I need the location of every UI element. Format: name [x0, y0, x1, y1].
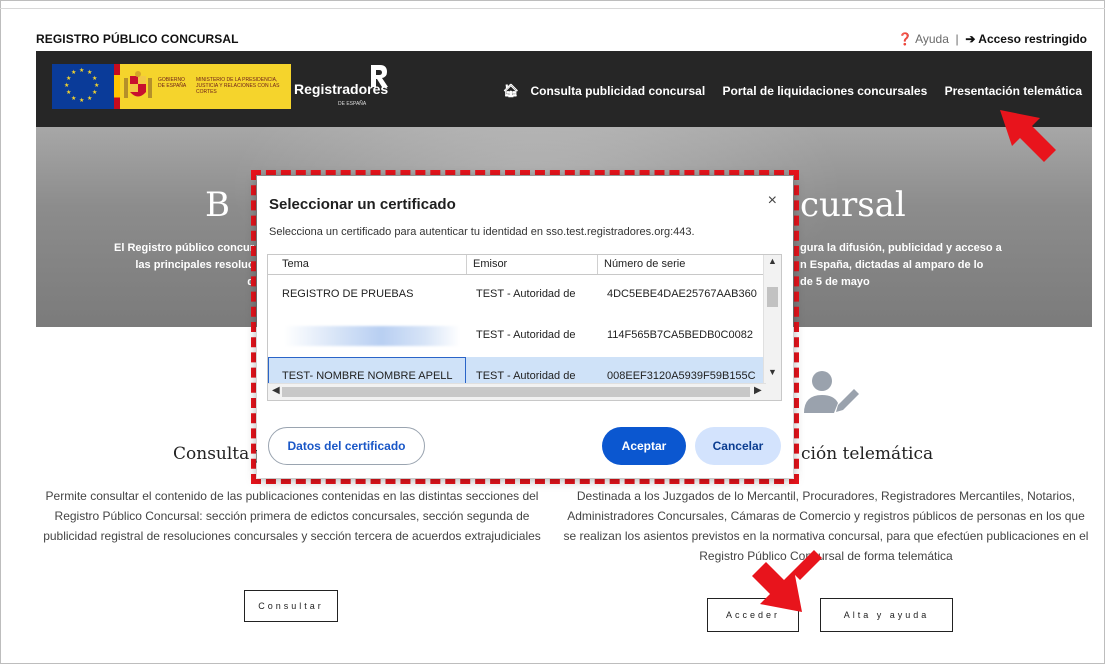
consulta-description: Permite consultar el contenido de las pu… [43, 489, 541, 543]
spain-flag-icon [114, 64, 120, 109]
hero-text-left-line: las principales resoluc [135, 259, 254, 271]
government-label: GOBIERNO DE ESPAÑA [158, 77, 187, 89]
row-tema: TEST- NOMBRE NOMBRE APELL [282, 370, 453, 382]
top-links: ❓ Ayuda | ➔ Acceso restringido [897, 32, 1087, 46]
site-name: REGISTRO PÚBLICO CONCURSAL [36, 32, 239, 46]
table-row[interactable]: REGISTRO DE PRUEBAS TEST - Autoridad de … [268, 275, 766, 316]
certificate-table: Tema Emisor Número de serie REGISTRO DE … [267, 254, 782, 401]
alta-ayuda-button[interactable]: Alta y ayuda [820, 598, 953, 632]
column-header-serie[interactable]: Número de serie [604, 258, 685, 270]
consultar-button[interactable]: Consultar [244, 590, 338, 622]
main-navbar: ★ ★ ★ ★ ★ ★ ★ ★ ★ ★ ★ ★ GOBIERNO DE ESPA… [36, 51, 1092, 127]
column-header-tema[interactable]: Tema [282, 258, 309, 270]
eu-flag-icon: ★ ★ ★ ★ ★ ★ ★ ★ ★ ★ ★ ★ [52, 64, 114, 109]
vertical-scrollbar[interactable]: ▲ ▼ [763, 255, 781, 385]
certificate-dialog: Seleccionar un certificado × Selecciona … [257, 176, 793, 478]
red-arrow-annotation-top [1000, 110, 1056, 162]
menu-portal-liquidaciones[interactable]: Portal de liquidaciones concursales [723, 84, 928, 98]
top-bar: REGISTRO PÚBLICO CONCURSAL ❓ Ayuda | ➔ A… [36, 26, 1087, 46]
hero-title-right: cursal [800, 185, 906, 225]
brand-sub: DE ESPAÑA [338, 101, 367, 107]
vertical-scroll-thumb[interactable] [767, 287, 778, 307]
redacted-name [284, 326, 460, 346]
hero-text-left: El Registro público concur las principal… [108, 240, 254, 291]
help-icon: ❓ [897, 32, 913, 46]
dialog-subtitle: Selecciona un certificado para autentica… [269, 226, 695, 238]
registradores-logo[interactable]: Registradores DE ESPAÑA [294, 65, 388, 107]
menu-consulta-publicidad[interactable]: Consulta publicidad concursal [530, 84, 705, 98]
table-header: Tema Emisor Número de serie [268, 255, 766, 275]
table-row[interactable]: TEST - Autoridad de 114F565B7CA5BEDB0C00… [268, 316, 766, 357]
row-serie: 4DC5EBE4DAE25767AAB360 [607, 288, 757, 300]
row-emisor: TEST - Autoridad de [476, 370, 576, 382]
help-link[interactable]: Ayuda [915, 32, 949, 46]
menu-presentacion-telematica[interactable]: Presentación telemática [945, 84, 1082, 98]
restricted-access-link[interactable]: ➔ Acceso restringido [965, 32, 1087, 46]
registradores-r-icon [371, 65, 388, 87]
column-header-emisor[interactable]: Emisor [473, 258, 507, 270]
scroll-right-icon[interactable]: ▶ [754, 385, 762, 396]
certificate-details-button[interactable]: Datos del certificado [268, 427, 425, 465]
home-icon[interactable]: 🏠︎ [503, 83, 520, 98]
hero-text-left-line: El Registro público concur [114, 242, 254, 254]
row-emisor: TEST - Autoridad de [476, 288, 576, 300]
horizontal-scroll-thumb[interactable] [282, 387, 750, 397]
top-separator: | [955, 32, 959, 46]
row-serie: 114F565B7CA5BEDB0C0082 [607, 329, 753, 341]
hero-text-right-line: n España, dictadas al amparo de lo [800, 259, 984, 271]
main-menu: 🏠︎ Consulta publicidad concursal Portal … [489, 83, 1082, 99]
scroll-left-icon[interactable]: ◀ [272, 385, 280, 396]
hero-text-right-line: de 5 de mayo [800, 276, 870, 288]
presentacion-title: ción telemática [801, 444, 934, 464]
scroll-up-icon[interactable]: ▲ [764, 256, 781, 266]
government-logos[interactable]: ★ ★ ★ ★ ★ ★ ★ ★ ★ ★ ★ ★ GOBIERNO DE ESPA… [52, 64, 291, 109]
scroll-down-icon[interactable]: ▼ [764, 367, 781, 377]
row-tema: REGISTRO DE PRUEBAS [282, 288, 414, 300]
red-arrow-annotation-bottom [752, 550, 822, 612]
cancel-button[interactable]: Cancelar [695, 427, 781, 465]
close-icon[interactable]: × [768, 192, 777, 210]
sign-in-icon: ➔ [965, 32, 976, 46]
accept-button[interactable]: Aceptar [602, 427, 686, 465]
hero-text-right-line: gura la difusión, publicidad y acceso a [800, 242, 1002, 254]
hero-text-left-line: d [247, 276, 254, 288]
top-divider [0, 8, 1105, 9]
presentacion-description: Destinada a los Juzgados de lo Mercantil… [563, 489, 1089, 563]
row-serie: 008EEF3120A5939F59B155C [607, 370, 756, 382]
horizontal-scrollbar[interactable]: ◀ ▶ [268, 383, 766, 400]
coat-of-arms-icon [124, 71, 152, 98]
hero-title-left: B [205, 185, 230, 225]
ministry-label: MINISTERIO DE LA PRESIDENCIA, JUSTICIA Y… [196, 77, 280, 95]
row-emisor: TEST - Autoridad de [476, 329, 576, 341]
user-edit-icon [804, 371, 859, 413]
scroll-corner [764, 384, 781, 400]
dialog-title: Seleccionar un certificado [269, 196, 456, 213]
restricted-access-label: Acceso restringido [978, 32, 1087, 46]
hero-text-right: gura la difusión, publicidad y acceso a … [800, 240, 1060, 291]
